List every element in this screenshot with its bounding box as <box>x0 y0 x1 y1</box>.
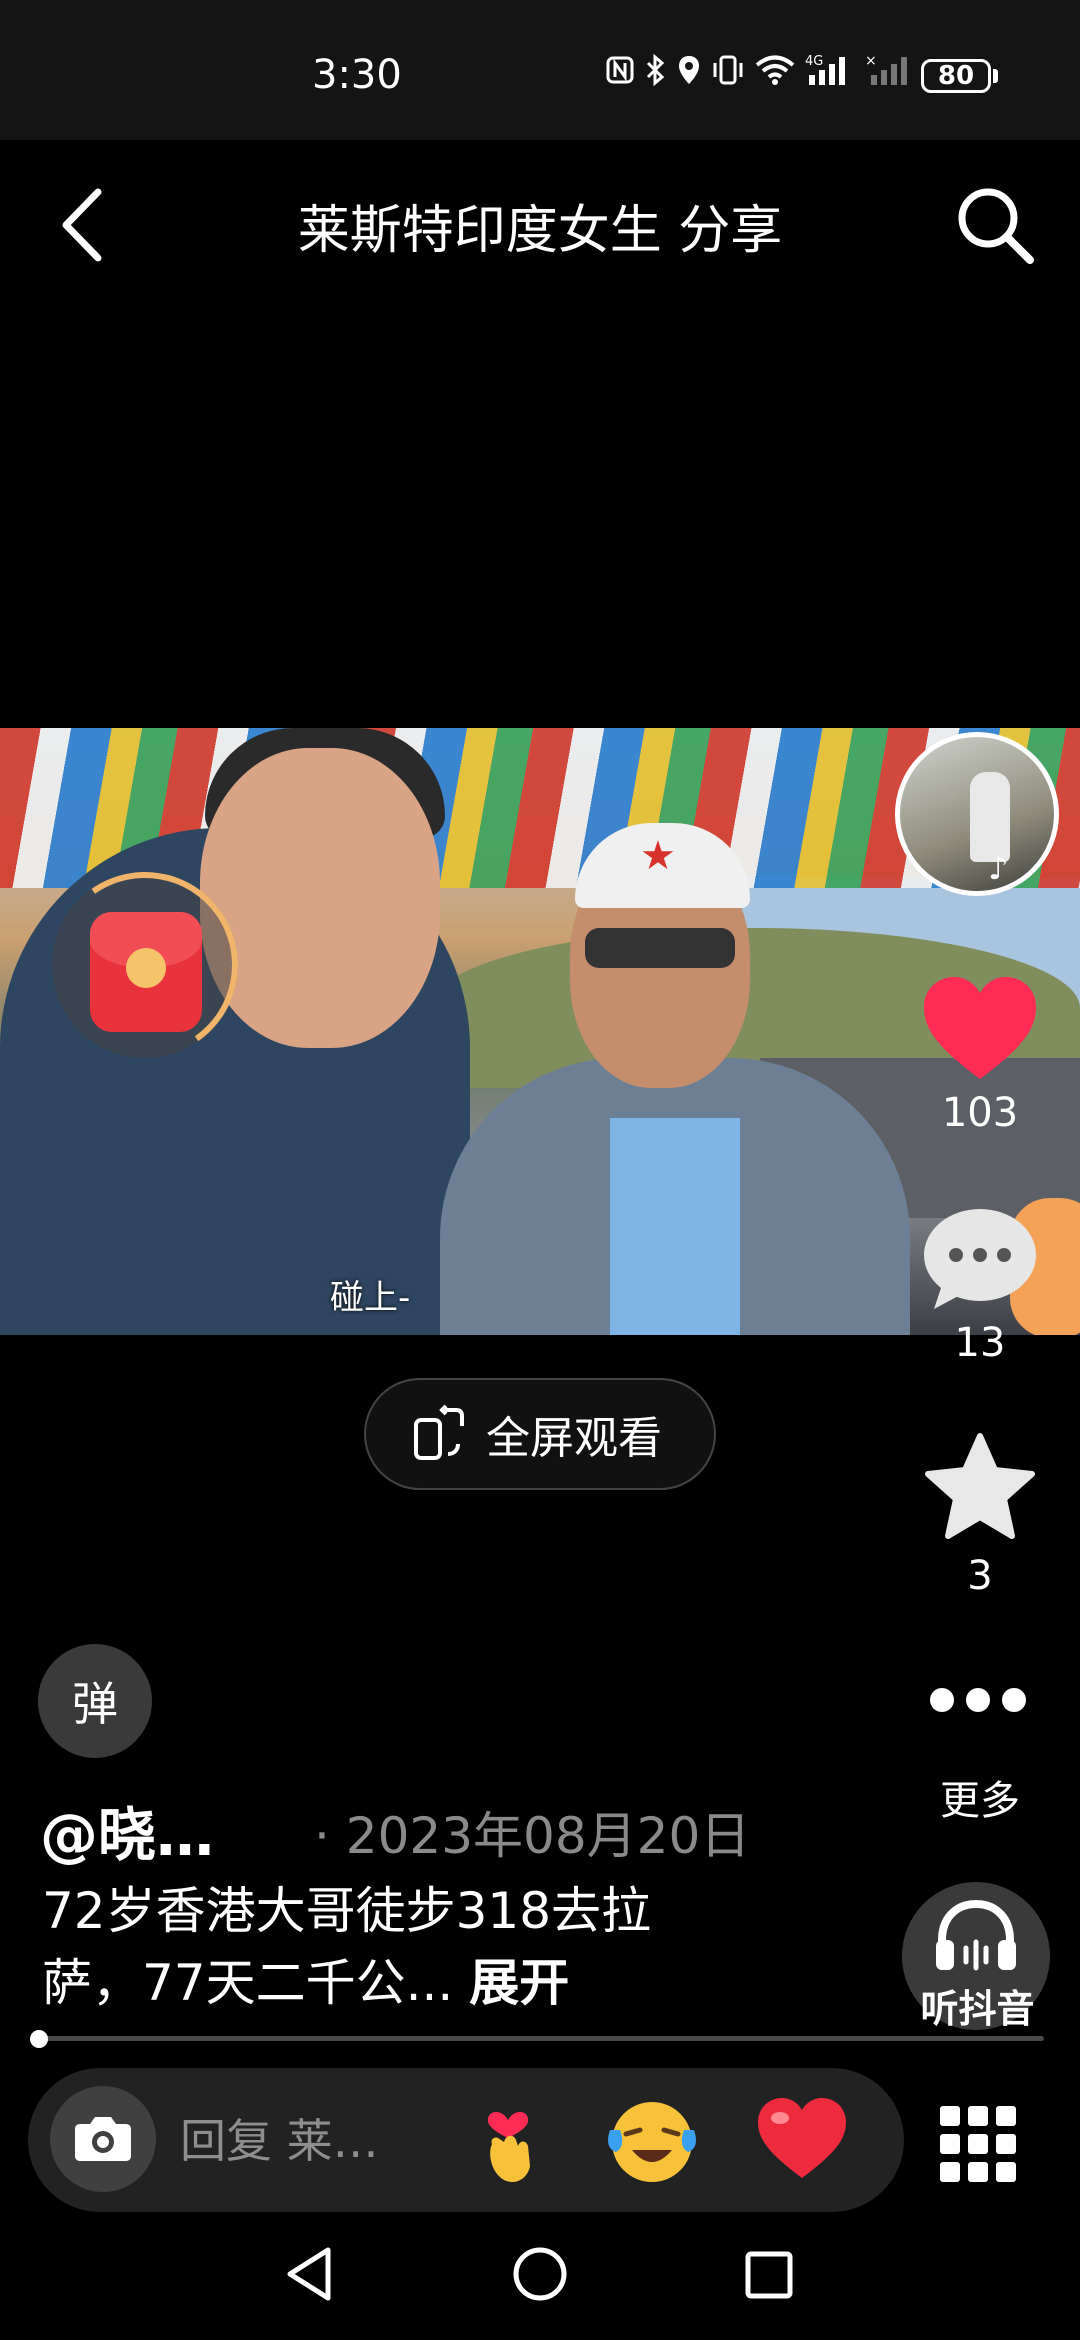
more-button[interactable] <box>930 1688 1030 1718</box>
grid-cell <box>968 2106 988 2126</box>
status-time: 3:30 <box>312 52 402 98</box>
grid-cell <box>940 2134 960 2154</box>
fullscreen-label: 全屏观看 <box>486 1413 662 1464</box>
comment-input[interactable] <box>178 2108 422 2174</box>
video-person-left-face <box>200 748 440 1048</box>
video-person-right-glasses <box>585 928 735 968</box>
fullscreen-button[interactable]: 全屏观看 <box>364 1378 716 1490</box>
bluetooth-icon <box>645 53 667 99</box>
heart-hand-emoji-icon <box>487 2111 530 2183</box>
battery-icon: 80 <box>921 59 991 93</box>
more-dot <box>1002 1688 1026 1712</box>
listen-douyin-label[interactable]: 听抖音 <box>885 1978 1070 2033</box>
system-back-button[interactable] <box>282 2244 338 2308</box>
camera-button[interactable] <box>50 2086 156 2192</box>
video-subtitle: 碰上- <box>330 1278 411 1318</box>
search-button[interactable] <box>950 180 1040 270</box>
circle-home-icon <box>513 2247 567 2301</box>
grid-cell <box>996 2134 1016 2154</box>
favorite-button[interactable] <box>922 1432 1038 1542</box>
signal-icon: × <box>865 53 911 100</box>
red-envelope-button[interactable] <box>37 857 253 1073</box>
wifi-icon <box>755 54 795 99</box>
heart-icon <box>924 977 1036 1079</box>
red-envelope-coin <box>126 948 166 988</box>
back-arrow-icon <box>62 188 102 262</box>
laughing-tears-emoji-icon <box>608 2102 696 2182</box>
comment-icon <box>924 1209 1036 1309</box>
grid-cell <box>968 2162 988 2182</box>
danmaku-toggle-button[interactable]: 弹 <box>38 1644 152 1758</box>
grid-cell <box>940 2162 960 2182</box>
tiktok-icon: ♪ <box>988 849 1009 887</box>
red-heart-emoji-icon <box>758 2098 846 2178</box>
svg-text:4G: 4G <box>805 54 823 69</box>
svg-text:×: × <box>865 53 877 69</box>
heart-emoji-button[interactable] <box>752 2090 852 2190</box>
search-icon <box>958 188 1034 264</box>
more-dot <box>966 1688 990 1712</box>
cap-star-icon: ★ <box>640 833 676 879</box>
author-avatar[interactable]: ♪ <box>895 732 1059 896</box>
page-title[interactable]: 莱斯特印度女生 分享 <box>200 188 880 263</box>
star-icon <box>925 1433 1035 1539</box>
danmaku-label: 弹 <box>72 1677 118 1731</box>
grid-cell <box>968 2134 988 2154</box>
battery-level: 80 <box>937 61 975 91</box>
like-button[interactable] <box>920 975 1040 1083</box>
system-home-button[interactable] <box>512 2246 568 2306</box>
battery-tip <box>993 69 998 83</box>
post-date: · 2023年08月20日 <box>314 1807 751 1865</box>
more-label[interactable]: 更多 <box>900 1768 1060 1826</box>
triangle-back-icon <box>287 2247 331 2301</box>
more-dot <box>930 1688 954 1712</box>
progress-track[interactable] <box>38 2036 1044 2041</box>
post-caption[interactable]: 72岁香港大哥徒步318去拉萨，77天二千公... 展开 <box>42 1875 742 2019</box>
headphones-icon <box>936 1899 1016 1971</box>
like-count: 103 <box>941 1090 1019 1136</box>
laughing-emoji-button[interactable] <box>602 2090 702 2190</box>
rotate-screen-icon <box>414 1404 464 1460</box>
apps-grid-button[interactable] <box>940 2106 1016 2182</box>
grid-cell <box>940 2106 960 2126</box>
status-icons: 4G × 80 <box>605 53 998 100</box>
heart-hand-emoji-button[interactable] <box>458 2090 558 2190</box>
system-recents-button[interactable] <box>744 2250 794 2304</box>
progress-handle[interactable] <box>30 2030 48 2048</box>
location-icon <box>677 54 701 99</box>
vibrate-icon <box>711 54 745 99</box>
comment-count: 13 <box>954 1320 1006 1366</box>
back-button[interactable] <box>48 180 118 270</box>
grid-cell <box>996 2106 1016 2126</box>
video-person-right-shirt <box>610 1118 740 1335</box>
expand-caption-link[interactable]: 展开 <box>469 1954 569 2012</box>
nfc-icon <box>605 54 635 98</box>
grid-cell <box>996 2162 1016 2182</box>
signal-4g-icon: 4G <box>805 53 855 100</box>
comment-button[interactable] <box>920 1205 1040 1315</box>
camera-icon <box>75 2117 131 2161</box>
favorite-count: 3 <box>967 1553 993 1599</box>
author-name[interactable]: @晓… <box>40 1788 214 1872</box>
square-recents-icon <box>745 2251 793 2299</box>
